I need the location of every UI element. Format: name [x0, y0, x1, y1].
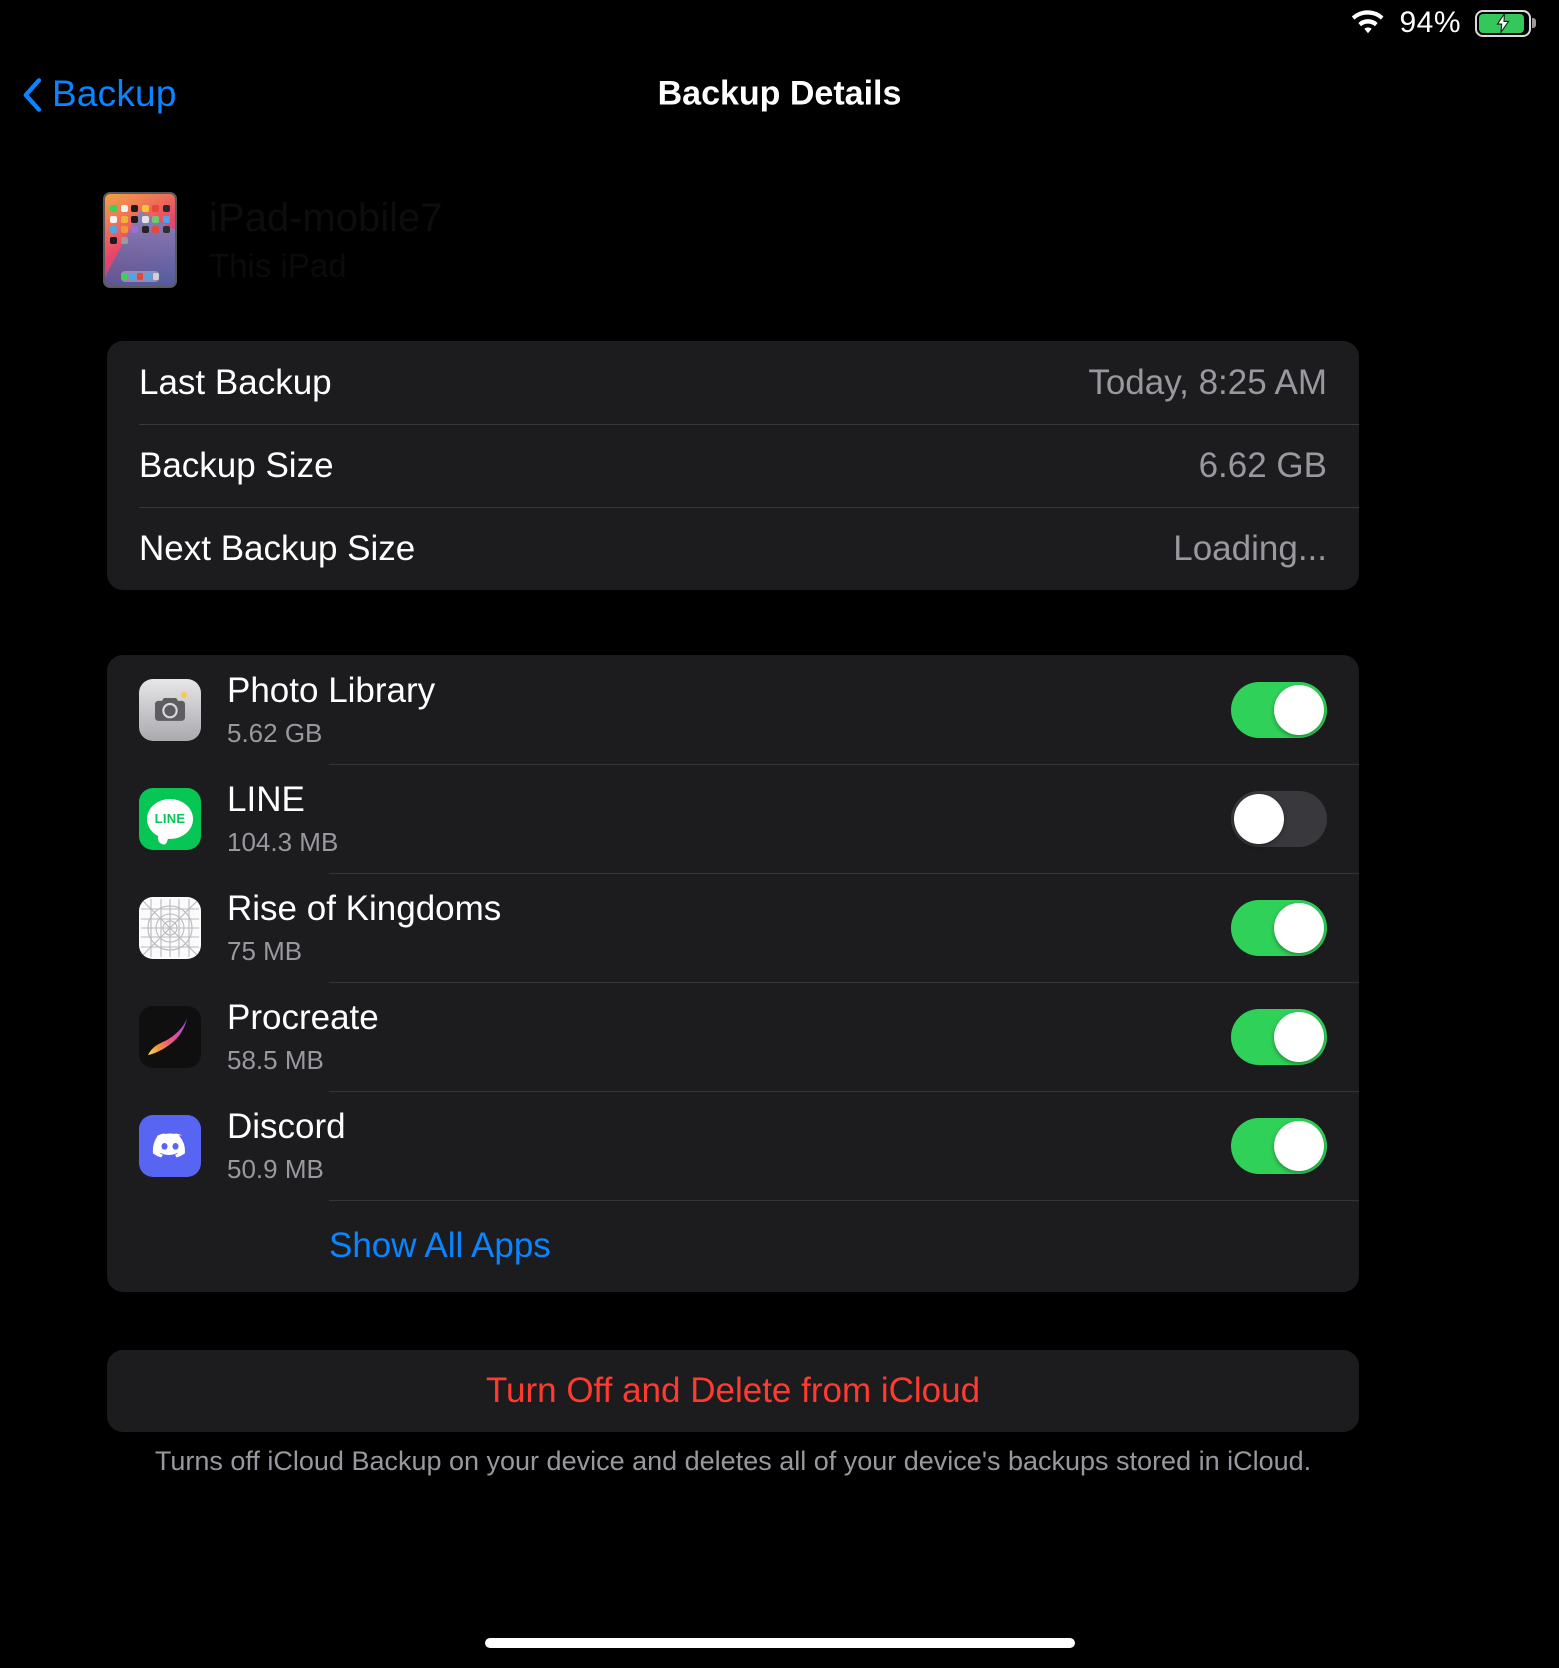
app-row-line[interactable]: LINE LINE 104.3 MB [107, 764, 1359, 873]
app-toggle-photo-library[interactable] [1231, 681, 1327, 738]
row-label: Last Backup [139, 362, 332, 402]
device-header: iPad-mobile7 This iPad [103, 192, 442, 288]
app-row-discord[interactable]: Discord 50.9 MB [107, 1091, 1359, 1200]
turn-off-and-delete-button[interactable]: Turn Off and Delete from iCloud [107, 1350, 1359, 1432]
navigation-bar: Backup Backup Details [0, 58, 1559, 130]
row-value: Today, 8:25 AM [1088, 362, 1327, 402]
app-row-procreate[interactable]: Procreate 58.5 MB [107, 982, 1359, 1091]
battery-charging-icon [1475, 9, 1531, 37]
app-size: 5.62 GB [227, 717, 323, 748]
app-text: Procreate 58.5 MB [227, 998, 1205, 1076]
row-backup-size: Backup Size 6.62 GB [107, 424, 1359, 507]
app-name: Discord [227, 1106, 346, 1146]
page-title: Backup Details [657, 74, 902, 113]
app-text: Photo Library 5.62 GB [227, 671, 1205, 749]
thumbnail-dock [121, 271, 159, 282]
app-text: Rise of Kingdoms 75 MB [227, 889, 1205, 967]
row-label: Backup Size [139, 445, 334, 485]
app-toggle-discord[interactable] [1231, 1117, 1327, 1174]
row-last-backup: Last Backup Today, 8:25 AM [107, 341, 1359, 424]
turn-off-card: Turn Off and Delete from iCloud [107, 1350, 1359, 1432]
apps-list-card: Photo Library 5.62 GB LINE LINE 104.3 MB [107, 655, 1359, 1292]
app-name: LINE [227, 779, 305, 819]
thumbnail-icon-grid [110, 205, 170, 244]
app-text: Discord 50.9 MB [227, 1107, 1205, 1185]
row-label: Next Backup Size [139, 528, 416, 568]
app-text: LINE 104.3 MB [227, 780, 1205, 858]
row-value: Loading... [1173, 528, 1327, 568]
show-all-apps-label: Show All Apps [329, 1226, 551, 1265]
row-value: 6.62 GB [1198, 445, 1327, 485]
app-name: Rise of Kingdoms [227, 888, 502, 928]
line-app-icon: LINE [139, 787, 201, 850]
app-name: Photo Library [227, 670, 436, 710]
backup-info-card: Last Backup Today, 8:25 AM Backup Size 6… [107, 341, 1359, 590]
ipad-thumbnail [103, 192, 177, 288]
app-size: 58.5 MB [227, 1044, 324, 1075]
status-bar: 94% [0, 0, 1559, 46]
app-size: 104.3 MB [227, 826, 339, 857]
app-row-photo-library[interactable]: Photo Library 5.62 GB [107, 655, 1359, 764]
procreate-app-icon [139, 1005, 201, 1068]
device-name: iPad-mobile7 [209, 195, 443, 240]
discord-app-icon [139, 1114, 201, 1177]
row-next-backup-size: Next Backup Size Loading... [107, 507, 1359, 590]
rok-app-icon [139, 896, 201, 959]
battery-percent-label: 94% [1399, 6, 1461, 39]
home-indicator[interactable] [484, 1638, 1075, 1648]
app-toggle-rise-of-kingdoms[interactable] [1231, 899, 1327, 956]
app-size: 50.9 MB [227, 1153, 324, 1184]
app-toggle-line[interactable] [1231, 790, 1327, 847]
app-toggle-procreate[interactable] [1231, 1008, 1327, 1065]
wifi-icon [1351, 10, 1385, 36]
photos-app-icon [139, 678, 201, 741]
device-text: iPad-mobile7 This iPad [209, 196, 442, 285]
backup-details-screen: 94% Backup Backup Details iPad-mobile7 T… [0, 0, 1559, 1668]
show-all-apps-button[interactable]: Show All Apps [107, 1200, 1359, 1292]
app-size: 75 MB [227, 935, 303, 966]
app-name: Procreate [227, 997, 379, 1037]
app-row-rise-of-kingdoms[interactable]: Rise of Kingdoms 75 MB [107, 873, 1359, 982]
turn-off-footnote: Turns off iCloud Backup on your device a… [154, 1446, 1312, 1476]
device-subtitle: This iPad [209, 246, 347, 284]
